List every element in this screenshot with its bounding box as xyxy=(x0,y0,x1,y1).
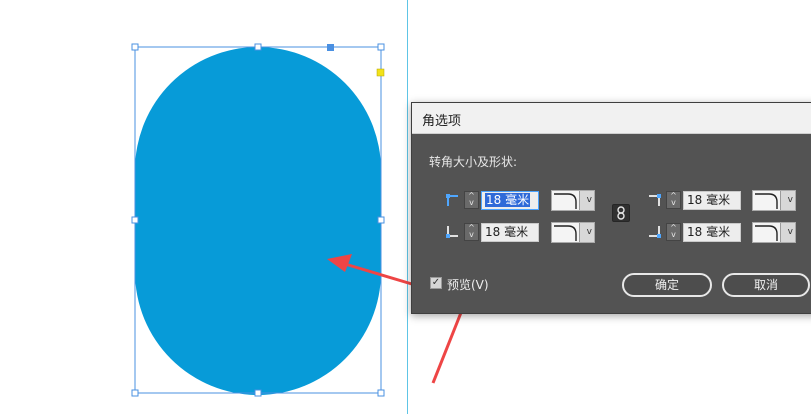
corner-option-handle[interactable] xyxy=(376,68,385,77)
handle-middle-left[interactable] xyxy=(131,216,139,224)
bottom-right-shape-preview xyxy=(753,223,781,242)
bottom-right-size-input[interactable]: 18 毫米 xyxy=(683,223,741,242)
bottom-right-size-unit: 毫米 xyxy=(706,225,731,239)
bottom-left-corner-icon xyxy=(446,226,458,238)
link-chain-icon xyxy=(617,206,625,220)
bottom-left-spinner[interactable]: ^ v xyxy=(464,223,479,241)
checkbox-check-icon: ✓ xyxy=(431,277,441,288)
bottom-left-spin-down[interactable]: v xyxy=(465,231,478,239)
content-grabber-handle[interactable] xyxy=(327,44,334,51)
bottom-right-shape-caret: v xyxy=(787,227,793,237)
top-right-size-value: 18 xyxy=(687,193,703,207)
ok-button[interactable]: 确定 xyxy=(622,273,712,297)
preview-label[interactable]: 预览(V) xyxy=(447,276,489,293)
top-right-shape-caret: v xyxy=(787,195,793,205)
handle-top-center[interactable] xyxy=(254,43,262,51)
top-right-shape-preview xyxy=(753,191,781,210)
bottom-left-size-input[interactable]: 18 毫米 xyxy=(481,223,539,242)
top-left-spinner[interactable]: ^ v xyxy=(464,191,479,209)
top-right-size-input[interactable]: 18 毫米 xyxy=(683,191,741,210)
top-right-corner-icon xyxy=(649,194,661,206)
bottom-left-shape-caret: v xyxy=(586,227,592,237)
top-left-shape-select[interactable]: v xyxy=(551,190,595,211)
bottom-right-size-value: 18 xyxy=(687,225,703,239)
corner-size-shape-label: 转角大小及形状: xyxy=(429,155,518,169)
top-left-shape-preview xyxy=(552,191,580,210)
handle-bottom-right[interactable] xyxy=(377,389,385,397)
bottom-right-corner-icon xyxy=(649,226,661,238)
dialog-titlebar[interactable]: 角选项 xyxy=(412,103,811,134)
top-right-spinner[interactable]: ^ v xyxy=(666,191,681,209)
dialog-title: 角选项 xyxy=(422,114,462,129)
top-left-corner-icon xyxy=(446,194,458,206)
handle-bottom-left[interactable] xyxy=(131,389,139,397)
handle-top-left[interactable] xyxy=(131,43,139,51)
bottom-left-size-unit: 毫米 xyxy=(504,225,529,239)
top-right-shape-select[interactable]: v xyxy=(752,190,796,211)
corner-options-dialog: 角选项 转角大小及形状: ^ v 18 毫米 v ^ v 18 毫米 v ^ v… xyxy=(411,102,811,314)
bottom-left-shape-preview xyxy=(552,223,580,242)
handle-top-right[interactable] xyxy=(377,43,385,51)
rounded-shape[interactable] xyxy=(135,47,381,395)
handle-bottom-center[interactable] xyxy=(254,389,262,397)
top-right-spin-down[interactable]: v xyxy=(667,199,680,207)
top-right-size-unit: 毫米 xyxy=(706,193,731,207)
link-corners-button[interactable] xyxy=(612,204,630,222)
top-left-size-value: 18 xyxy=(486,193,502,207)
top-left-spin-down[interactable]: v xyxy=(465,199,478,207)
handle-middle-right[interactable] xyxy=(377,216,385,224)
bottom-right-spinner[interactable]: ^ v xyxy=(666,223,681,241)
document-canvas[interactable]: 角选项 转角大小及形状: ^ v 18 毫米 v ^ v 18 毫米 v ^ v… xyxy=(0,0,811,414)
bottom-left-size-value: 18 xyxy=(485,225,501,239)
bottom-right-spin-down[interactable]: v xyxy=(667,231,680,239)
preview-checkbox[interactable]: ✓ xyxy=(430,277,442,289)
bottom-right-shape-select[interactable]: v xyxy=(752,222,796,243)
bottom-left-shape-select[interactable]: v xyxy=(551,222,595,243)
cancel-button[interactable]: 取消 xyxy=(722,273,810,297)
top-left-shape-caret: v xyxy=(586,195,592,205)
top-left-size-unit: 毫米 xyxy=(505,193,530,207)
top-left-size-input[interactable]: 18 毫米 xyxy=(481,191,539,210)
